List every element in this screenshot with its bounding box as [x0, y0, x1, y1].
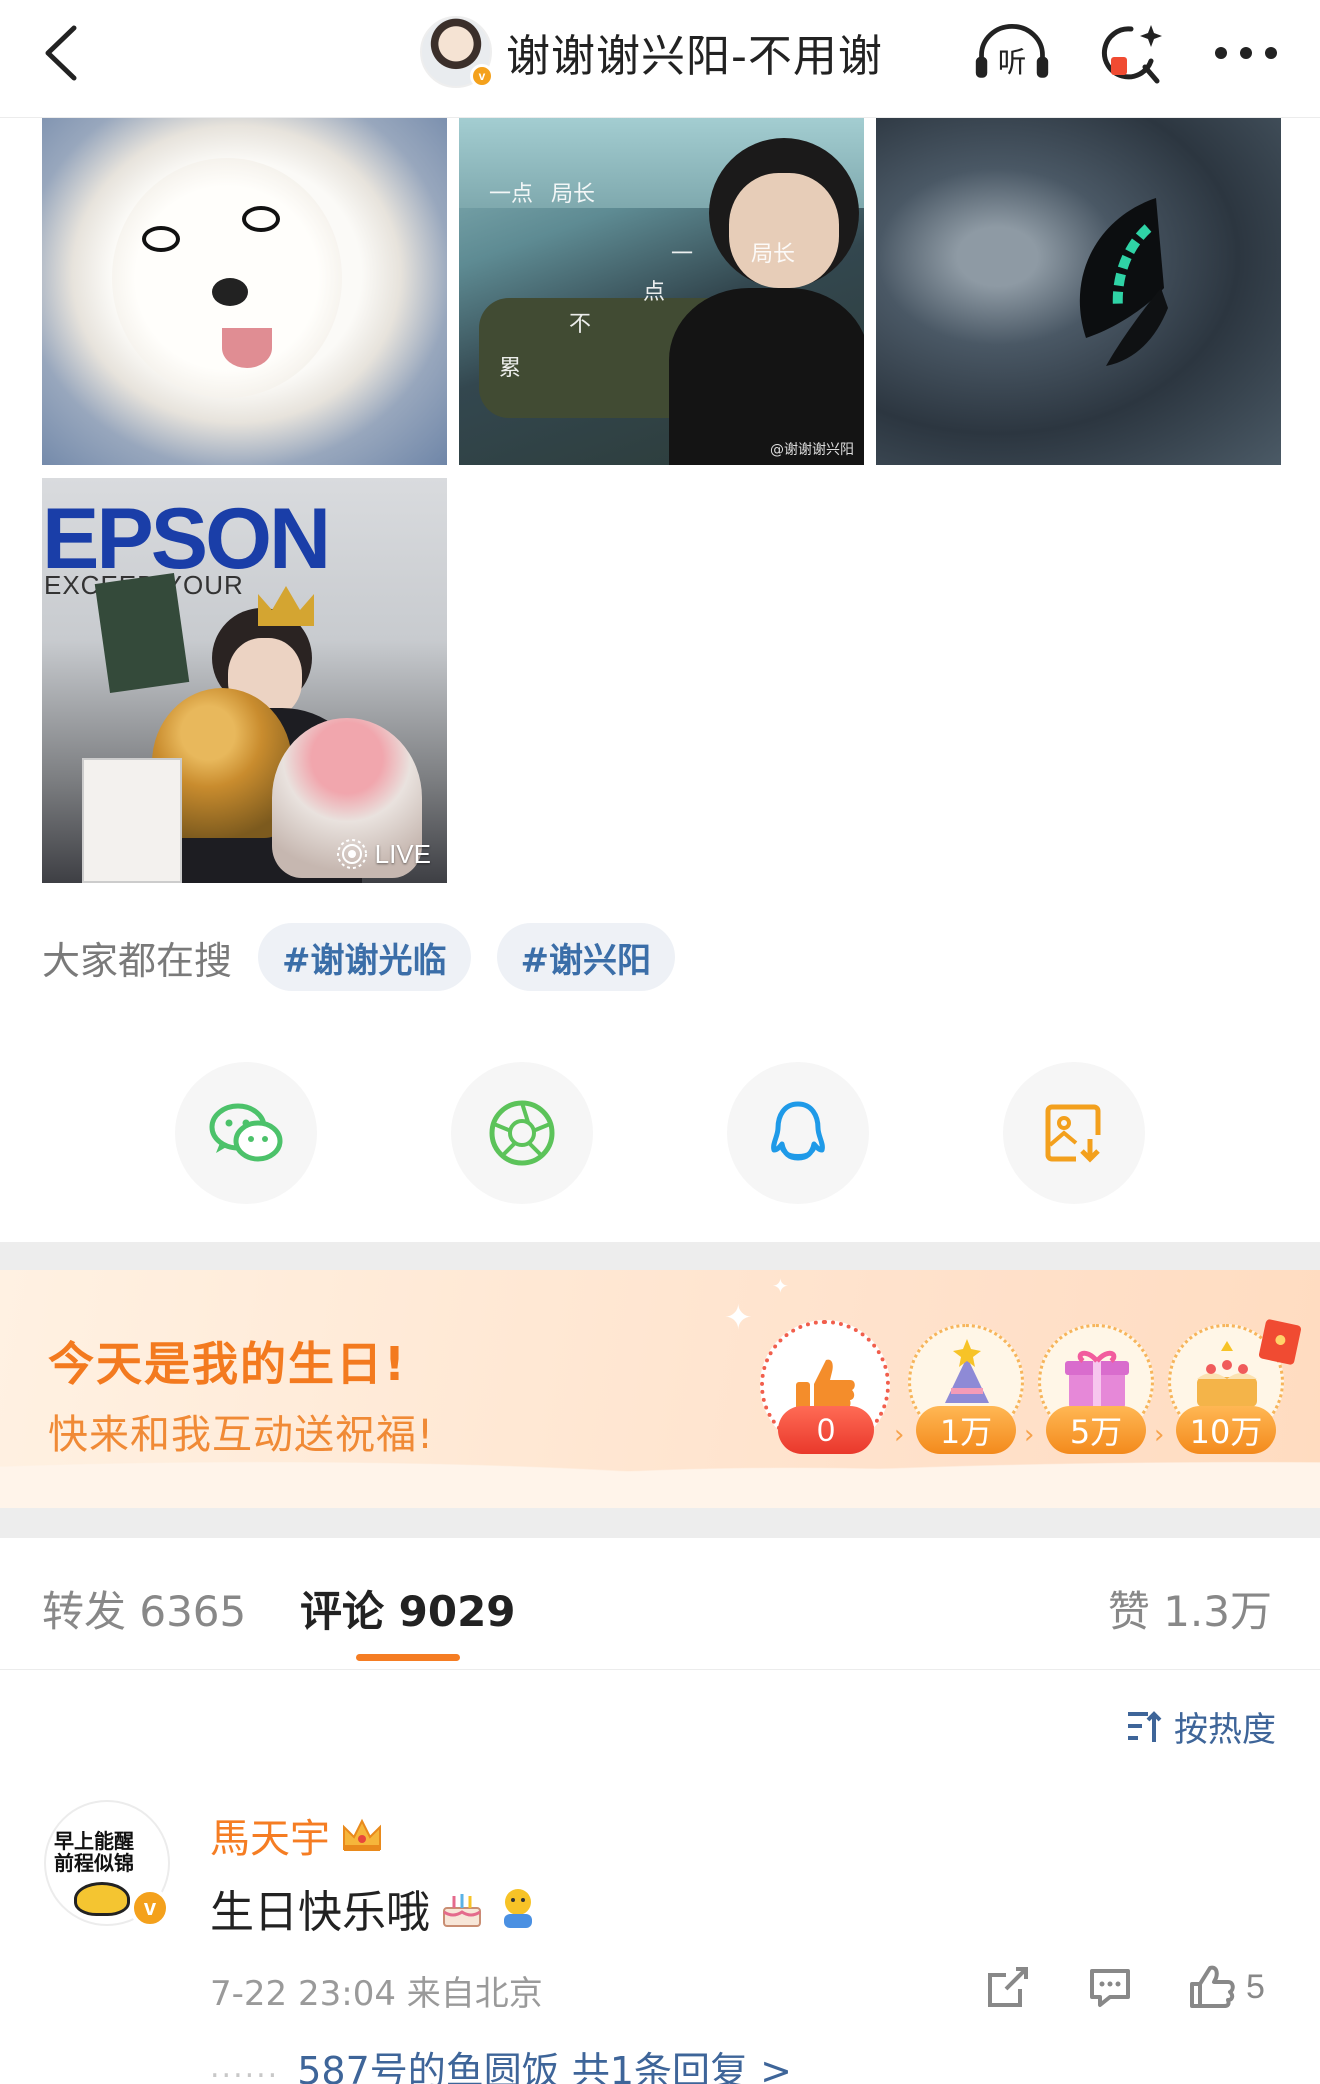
like-comment-button[interactable]: 5	[1188, 1960, 1265, 2014]
share-icon	[988, 1967, 1028, 2007]
comment-like-count: 5	[1246, 1967, 1265, 2006]
section-divider	[0, 1242, 1320, 1270]
thumbs-up-icon	[1190, 1965, 1235, 2008]
reply-dots: ......	[210, 2050, 280, 2084]
cake-emoji-icon	[443, 1894, 481, 1927]
interaction-tabs: 转发 6365 评论 9029 赞 1.3万	[0, 1538, 1320, 1670]
sparkle-icon: ✦	[772, 1274, 789, 1298]
birthday-like-count: 0	[778, 1406, 874, 1454]
verified-badge: v	[470, 64, 494, 88]
hug-emoji-icon	[504, 1889, 532, 1928]
chevron-right-icon: ›	[894, 1420, 905, 1450]
dog-eye-drawn	[142, 226, 180, 252]
reply-comment-button[interactable]	[1088, 1960, 1132, 2014]
page-title: 谢谢谢兴阳-不用谢	[506, 31, 883, 82]
comment-meta: 7-22 23:04 来自北京	[210, 1974, 543, 2014]
live-label: LIVE	[374, 838, 431, 869]
avatar-text-line: 前程似锦	[54, 1851, 134, 1875]
author-avatar[interactable]: v	[420, 16, 494, 88]
moments-icon	[489, 1100, 555, 1166]
chevron-right-icon: ›	[1024, 1420, 1035, 1450]
dog-tongue	[222, 328, 272, 368]
person-face	[729, 173, 839, 288]
hospital-caption: 不	[569, 312, 592, 337]
hospital-caption: 一点	[489, 182, 534, 207]
trending-label: 大家都在搜	[42, 938, 233, 983]
hospital-caption: 累	[499, 356, 522, 381]
sort-label: 按热度	[1174, 1710, 1276, 1750]
active-tab-indicator	[356, 1654, 460, 1661]
photo-hospital[interactable]: 一点 局长 不 累 点 一 局长 @谢谢谢兴阳	[459, 118, 864, 465]
photo-watermark: @谢谢谢兴阳	[770, 442, 854, 458]
crown	[258, 586, 314, 626]
birthday-title: 今天是我的生日!	[48, 1337, 407, 1391]
tab-repost[interactable]: 转发 6365	[42, 1578, 246, 1639]
sort-icon	[1128, 1710, 1162, 1742]
sort-button[interactable]: 按热度	[1126, 1702, 1276, 1751]
verified-badge: v	[130, 1888, 170, 1928]
search-icon	[1101, 25, 1162, 84]
svg-text:听: 听	[998, 45, 1027, 79]
chevron-right-icon: ›	[1154, 1420, 1165, 1450]
save-image-icon	[1045, 1104, 1101, 1163]
trending-chip[interactable]: #谢谢光临	[258, 923, 471, 991]
account-title[interactable]: v 谢谢谢兴阳-不用谢	[420, 16, 883, 88]
reply-preview-text: 587号的鱼圆饭 共1条回复 >	[297, 2049, 792, 2084]
trending-chip[interactable]: #谢兴阳	[496, 923, 676, 991]
dog-face	[112, 158, 342, 398]
gift-bag	[82, 758, 182, 883]
repost-comment-button[interactable]	[986, 1960, 1030, 2014]
avatar-text: 早上能醒 前程似锦	[54, 1830, 164, 1874]
comment-text-row: 生日快乐哦	[210, 1876, 542, 1940]
share-moments-button[interactable]	[451, 1062, 593, 1204]
back-button[interactable]	[32, 20, 92, 86]
butterfly-illustration	[1079, 198, 1168, 366]
tab-likes[interactable]: 赞 1.3万	[1108, 1578, 1272, 1639]
save-image-button[interactable]	[1003, 1062, 1145, 1204]
top-bar: v 谢谢谢兴阳-不用谢 听	[0, 0, 1320, 118]
hospital-caption: 局长	[751, 242, 796, 267]
birthday-subtitle: 快来和我互动送祝福!	[48, 1412, 435, 1458]
search-button[interactable]	[1090, 18, 1170, 88]
crown-icon	[343, 1818, 381, 1851]
listen-icon: 听	[975, 24, 1049, 79]
red-envelope-icon[interactable]	[1258, 1318, 1302, 1366]
qq-icon	[771, 1101, 825, 1161]
tab-comments[interactable]: 评论 9029	[300, 1578, 516, 1639]
live-icon	[336, 839, 367, 869]
avatar-chick	[74, 1882, 130, 1916]
dog-nose	[212, 278, 248, 306]
section-divider	[0, 1508, 1320, 1538]
book	[94, 572, 190, 694]
share-qq-button[interactable]	[727, 1062, 869, 1204]
listen-button[interactable]: 听	[972, 18, 1052, 88]
photo-butterfly[interactable]	[876, 118, 1281, 465]
live-badge: LIVE	[327, 833, 439, 875]
sparkle-icon: ✦	[724, 1298, 753, 1338]
photo-dog[interactable]	[42, 118, 447, 465]
milestone-label: 1万	[916, 1406, 1016, 1454]
comment-icon	[1090, 1969, 1130, 2007]
birthday-banner[interactable]: 今天是我的生日! 快来和我互动送祝福! ✦ ✦ 0 › 1万 › 5万 › 10…	[0, 1270, 1320, 1508]
wechat-icon	[209, 1103, 283, 1162]
commenter-name-row[interactable]: 馬天宇	[210, 1806, 384, 1864]
hospital-caption: 局长	[551, 182, 596, 207]
comment-text: 生日快乐哦	[210, 1887, 430, 1938]
more-icon	[1215, 47, 1277, 59]
milestone-label: 5万	[1046, 1406, 1146, 1454]
back-icon	[45, 25, 77, 81]
commenter-name: 馬天宇	[210, 1816, 330, 1862]
photo-birthday-live[interactable]: EPSON EXCEED YOUR LIVE	[42, 478, 447, 883]
share-wechat-button[interactable]	[175, 1062, 317, 1204]
hospital-caption: 一	[671, 242, 694, 267]
avatar-text-line: 早上能醒	[54, 1829, 134, 1853]
dog-eye-drawn	[242, 206, 280, 232]
milestone-label: 10万	[1176, 1406, 1276, 1454]
trending-searches: 大家都在搜 #谢谢光临 #谢兴阳	[42, 922, 676, 992]
more-button[interactable]	[1206, 18, 1286, 88]
replies-preview[interactable]: ...... 587号的鱼圆饭 共1条回复 >	[210, 2040, 792, 2084]
hospital-caption: 点	[643, 280, 666, 305]
